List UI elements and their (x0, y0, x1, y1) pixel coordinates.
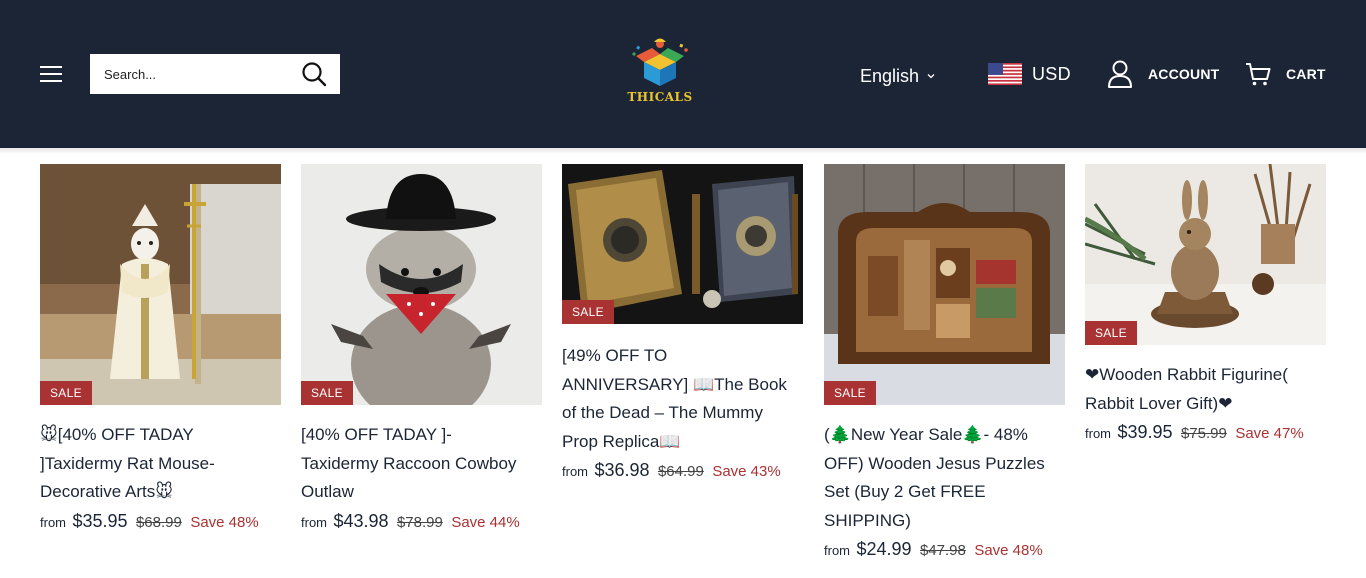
save-label: Save 47% (1235, 425, 1304, 443)
sale-price: $39.95 (1117, 422, 1173, 443)
price-from-label: from (1085, 426, 1111, 442)
product-card[interactable]: SALE [49% OFF TO ANNIVERSARY] 📖The Book … (562, 164, 803, 481)
sale-price: $43.98 (333, 510, 389, 531)
compare-price: $68.99 (135, 513, 182, 531)
user-icon (1108, 60, 1132, 88)
currency-label: USD (1032, 63, 1071, 84)
product-title[interactable]: ❤Wooden Rabbit Figurine( Rabbit Lover Gi… (1085, 361, 1326, 418)
save-label: Save 48% (974, 542, 1043, 560)
us-flag-icon (988, 63, 1022, 85)
wooden-puzzle-image (824, 164, 1065, 405)
sale-price: $35.95 (72, 510, 128, 531)
sale-badge: SALE (562, 300, 614, 324)
raccoon-cowboy-image (301, 164, 542, 405)
sale-badge: SALE (1085, 321, 1137, 345)
compare-price: $75.99 (1180, 425, 1227, 443)
product-price: from $35.95 $68.99 Save 48% (40, 511, 281, 532)
product-card[interactable]: SALE (🌲New Year Sale🌲- 48% OFF) Wooden J… (824, 164, 1065, 560)
product-card[interactable]: SALE 🐭[40% OFF TADAY ]Taxidermy Rat Mous… (40, 164, 281, 532)
sale-badge: SALE (40, 381, 92, 405)
store-logo[interactable]: THICALS (618, 36, 702, 112)
rabbit-figurine-image (1085, 164, 1326, 345)
product-image[interactable]: SALE (1085, 164, 1326, 345)
price-from-label: from (562, 464, 588, 480)
search-icon[interactable] (300, 60, 328, 88)
product-price: from $39.95 $75.99 Save 47% (1085, 422, 1326, 443)
product-price: from $24.99 $47.98 Save 48% (824, 539, 1065, 560)
product-card[interactable]: SALE [40% OFF TADAY ]- Taxidermy Raccoon… (301, 164, 542, 532)
save-label: Save 43% (712, 463, 781, 481)
product-image[interactable]: SALE (562, 164, 803, 324)
price-from-label: from (824, 543, 850, 559)
logo-box-icon (632, 38, 688, 86)
save-label: Save 44% (451, 513, 520, 531)
account-label: ACCOUNT (1148, 66, 1220, 82)
product-title[interactable]: (🌲New Year Sale🌲- 48% OFF) Wooden Jesus … (824, 421, 1065, 535)
sale-badge: SALE (301, 381, 353, 405)
compare-price: $78.99 (396, 513, 443, 531)
product-price: from $43.98 $78.99 Save 44% (301, 511, 542, 532)
site-header: THICALS English USD ACCOUNT (0, 0, 1366, 148)
product-image[interactable]: SALE (40, 164, 281, 405)
product-price: from $36.98 $64.99 Save 43% (562, 460, 803, 481)
product-title[interactable]: [40% OFF TADAY ]- Taxidermy Raccoon Cowb… (301, 421, 542, 507)
product-image[interactable]: SALE (824, 164, 1065, 405)
price-from-label: from (301, 514, 327, 530)
cart-label: CART (1286, 66, 1326, 82)
sale-price: $36.98 (594, 460, 650, 481)
menu-icon[interactable] (38, 62, 66, 86)
product-card[interactable]: SALE ❤Wooden Rabbit Figurine( Rabbit Lov… (1085, 164, 1326, 443)
save-label: Save 48% (190, 513, 259, 531)
sale-price: $24.99 (856, 539, 912, 560)
rat-pope-image (40, 164, 281, 405)
price-from-label: from (40, 514, 66, 530)
cart-icon (1246, 63, 1271, 86)
sale-badge: SALE (824, 381, 876, 405)
product-title[interactable]: [49% OFF TO ANNIVERSARY] 📖The Book of th… (562, 342, 803, 456)
cart-link[interactable]: CART (1244, 58, 1326, 90)
product-image[interactable]: SALE (301, 164, 542, 405)
language-selector[interactable]: English (860, 64, 935, 88)
compare-price: $47.98 (919, 542, 966, 560)
product-title[interactable]: 🐭[40% OFF TADAY ]Taxidermy Rat Mouse- De… (40, 421, 281, 507)
language-label: English (860, 65, 920, 86)
chevron-down-icon (927, 74, 935, 79)
account-link[interactable]: ACCOUNT (1106, 58, 1219, 90)
logo-text: THICALS (627, 90, 693, 104)
header-divider (0, 148, 1366, 154)
currency-selector[interactable]: USD (988, 61, 1071, 87)
search-input[interactable] (90, 54, 290, 94)
compare-price: $64.99 (657, 463, 704, 481)
